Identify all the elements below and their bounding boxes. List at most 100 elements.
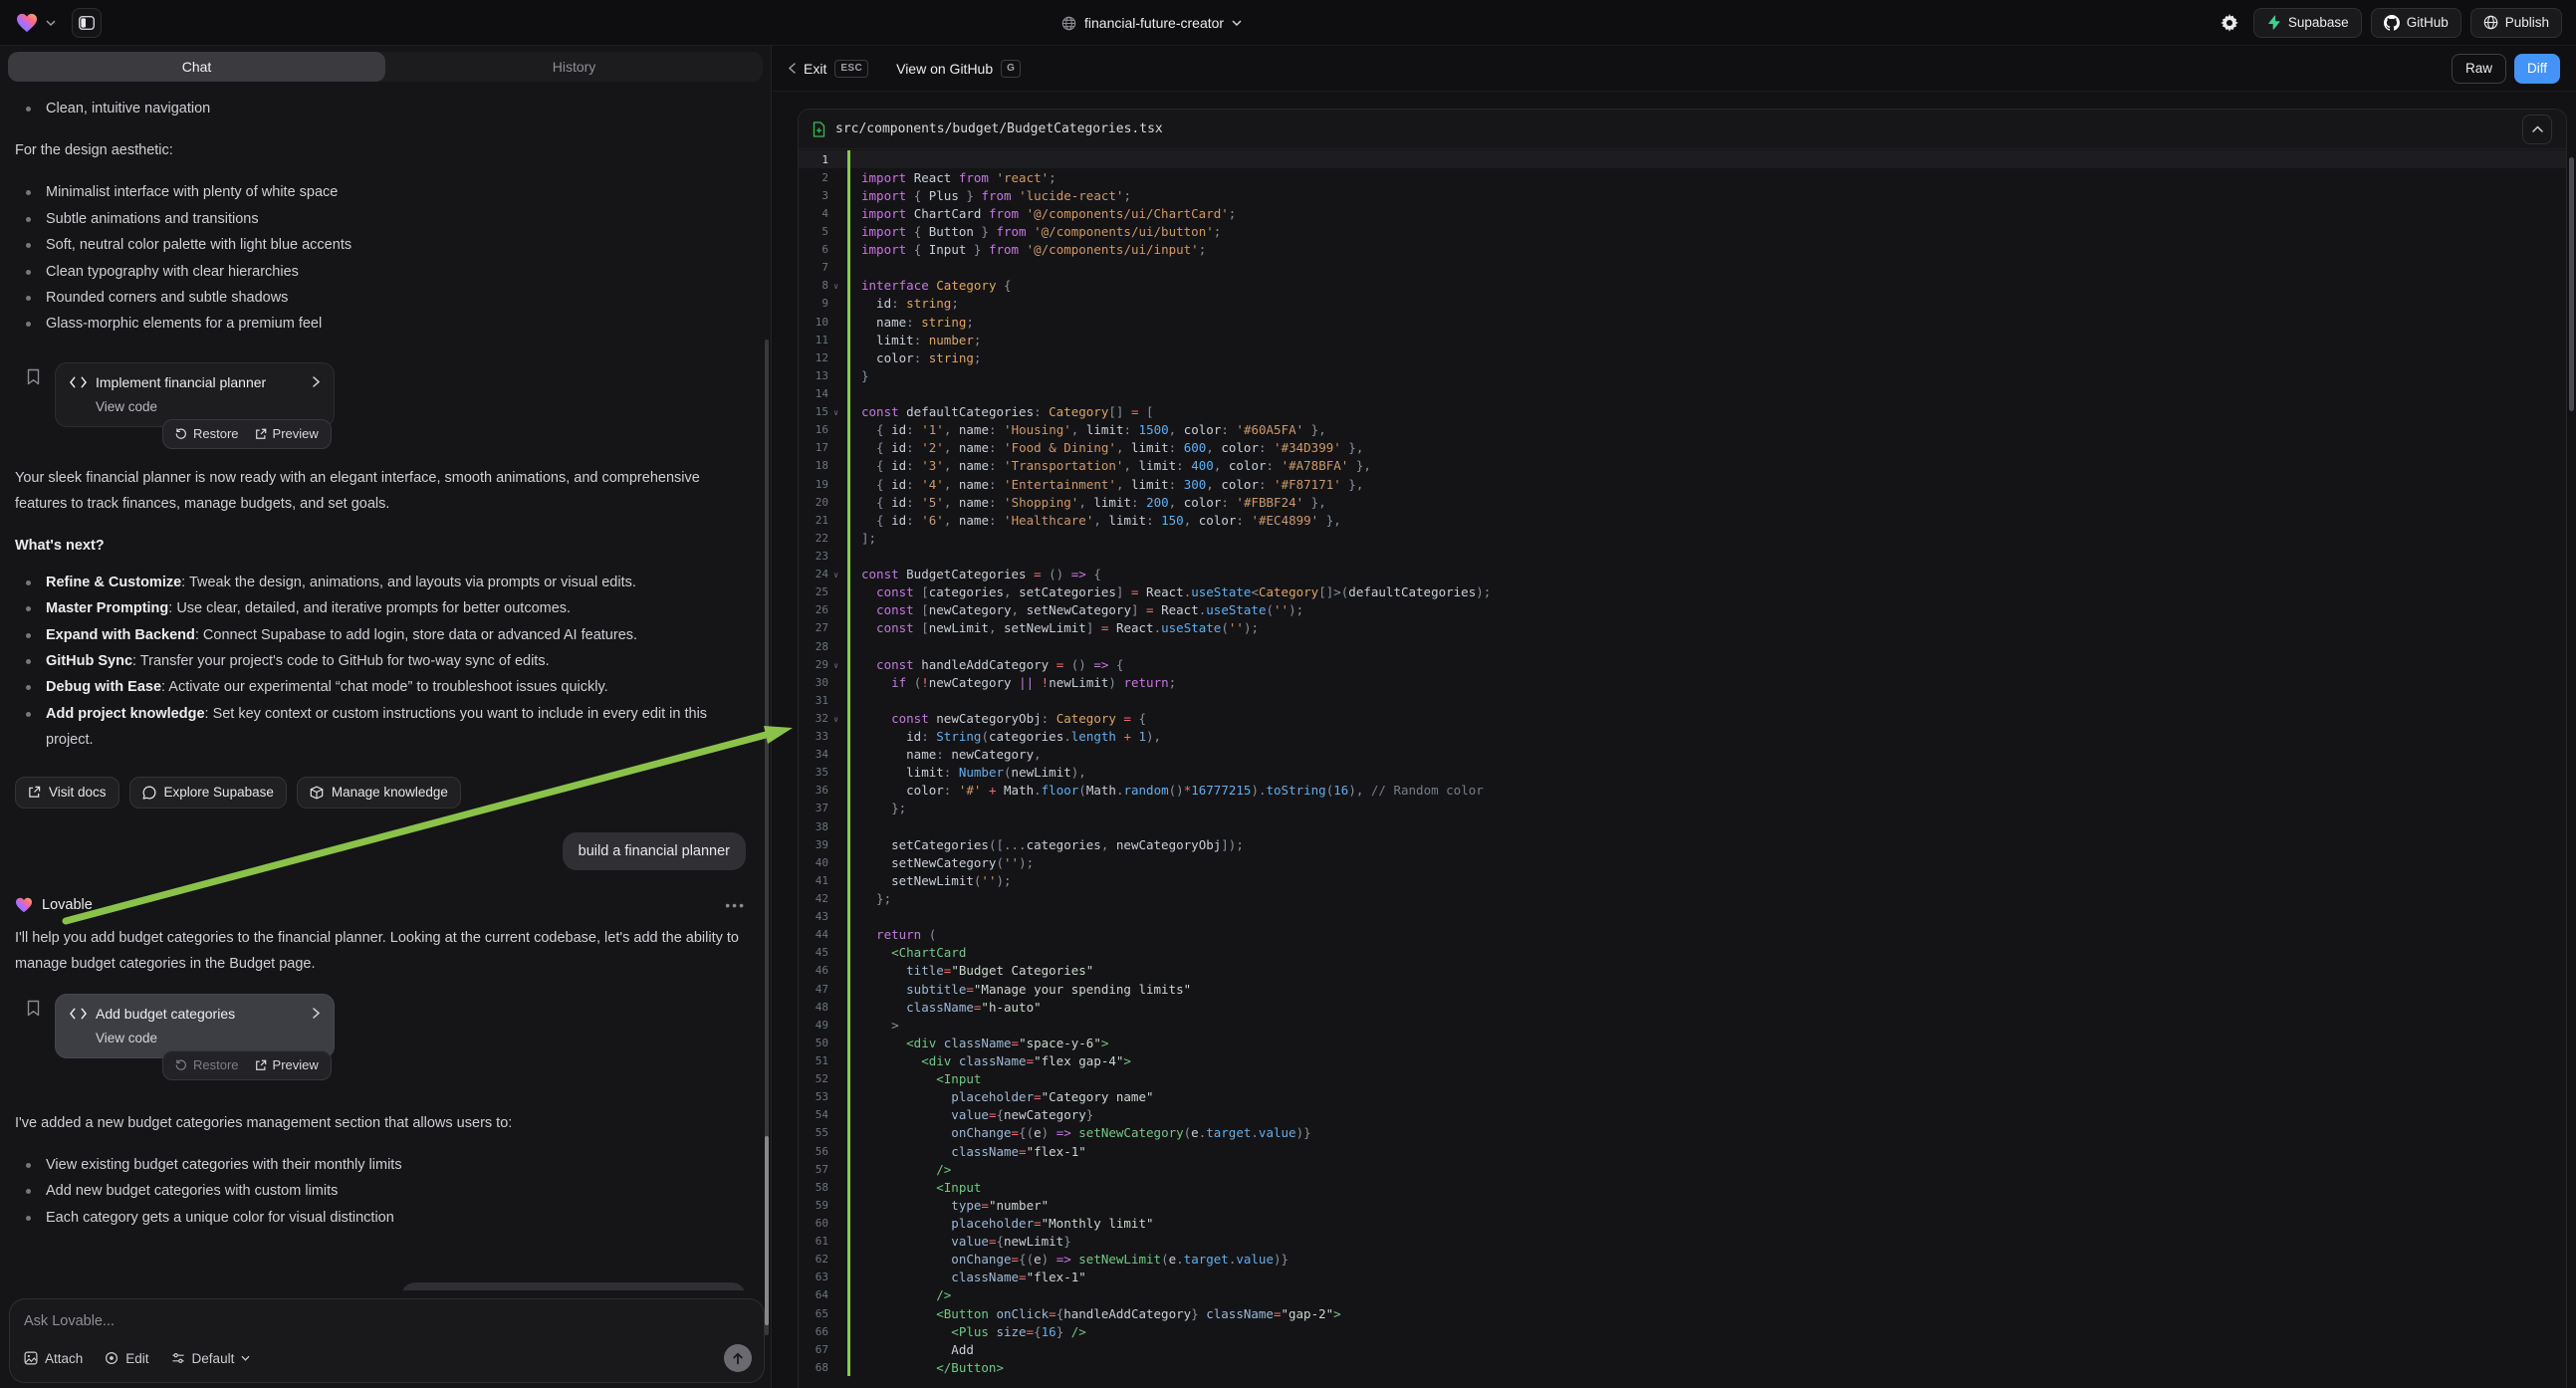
code-line: 65 <Button onClick={handleAddCategory} c… [799, 1304, 2566, 1322]
external-link-icon [255, 428, 267, 440]
bookmark-icon[interactable] [27, 1000, 40, 1017]
edit-button[interactable]: Edit [105, 1351, 148, 1366]
preview-button[interactable]: Preview [255, 426, 319, 441]
raw-toggle-button[interactable]: Raw [2452, 54, 2506, 84]
restore-icon [175, 1059, 187, 1071]
package-icon [310, 786, 324, 800]
supabase-bolt-icon [2266, 15, 2281, 30]
code-line: 6import { Input } from '@/components/ui/… [799, 241, 2566, 259]
code-line: 43 [799, 908, 2566, 926]
code-line: 54 value={newCategory} [799, 1106, 2566, 1124]
user-message-row: would be cool if you could add budget ca… [15, 1282, 746, 1290]
g-key-badge: G [1001, 60, 1021, 78]
code-line: 46 title="Budget Categories" [799, 962, 2566, 980]
code-line: 18 { id: '3', name: 'Transportation', li… [799, 457, 2566, 475]
settings-gear-button[interactable] [2215, 14, 2244, 32]
project-switcher[interactable]: financial-future-creator [1061, 0, 1242, 46]
view-on-github-button[interactable]: View on GitHub G [896, 60, 1021, 78]
chat-scrollbar[interactable] [765, 340, 769, 1335]
assistant-name: Lovable [42, 897, 93, 913]
prompt-input[interactable]: Ask Lovable... [24, 1313, 750, 1329]
preview-button[interactable]: Preview [255, 1057, 319, 1072]
user-message-row: build a financial planner [15, 832, 746, 870]
code-line: 2import React from 'react'; [799, 168, 2566, 186]
code-change-card[interactable]: Implement financial planner View code [55, 362, 335, 427]
code-line: 14 [799, 384, 2566, 402]
code-change-card[interactable]: Add budget categories View code [55, 994, 335, 1058]
next-steps-list: Refine & Customize: Tweak the design, an… [15, 570, 746, 754]
more-options-icon[interactable]: ••• [725, 897, 746, 913]
globe-icon [1061, 16, 1076, 31]
code-line: 39 setCategories([...categories, newCate… [799, 835, 2566, 853]
mode-select[interactable]: Default [171, 1351, 251, 1366]
assistant-paragraph: I've added a new budget categories manag… [15, 1110, 746, 1136]
chat-scroll-area[interactable]: Clean, intuitive navigation For the desi… [0, 86, 771, 1290]
list-item: Clean, intuitive navigation [15, 96, 746, 121]
toggle-sidebar-button[interactable] [72, 8, 102, 38]
chat-panel: Chat History Clean, intuitive navigation… [0, 46, 772, 1388]
publish-button[interactable]: Publish [2470, 8, 2562, 38]
code-line: 8∨interface Category { [799, 277, 2566, 295]
code-line: 5import { Button } from '@/components/ui… [799, 222, 2566, 240]
code-line: 63 className="flex-1" [799, 1269, 2566, 1286]
code-line: 57 /> [799, 1160, 2566, 1178]
sliders-icon [171, 1351, 185, 1365]
manage-knowledge-button[interactable]: Manage knowledge [297, 777, 461, 809]
code-line: 60 placeholder="Monthly limit" [799, 1214, 2566, 1232]
prompt-composer[interactable]: Ask Lovable... Attach Edit Default [9, 1298, 765, 1383]
code-line: 30 if (!newCategory || !newLimit) return… [799, 673, 2566, 691]
list-item: Add project knowledge: Set key context o… [15, 701, 746, 754]
code-lines[interactable]: 12import React from 'react';3import { Pl… [799, 150, 2566, 1388]
code-line: 11 limit: number; [799, 331, 2566, 348]
chevron-down-icon[interactable] [46, 20, 56, 26]
list-item: Glass-morphic elements for a premium fee… [15, 311, 746, 337]
chevron-right-icon [313, 376, 320, 387]
assistant-header: Lovable ••• [15, 897, 746, 913]
target-icon [105, 1351, 118, 1365]
card-title: Add budget categories [96, 1006, 235, 1022]
code-line: 51 <div className="flex gap-4"> [799, 1051, 2566, 1069]
code-line: 53 placeholder="Category name" [799, 1088, 2566, 1106]
view-code-link[interactable]: View code [96, 1031, 320, 1045]
attach-button[interactable]: Attach [24, 1351, 83, 1366]
code-line: 47 subtitle="Manage your spending limits… [799, 980, 2566, 998]
code-line: 10 name: string; [799, 313, 2566, 331]
list-item: Clean typography with clear hierarchies [15, 259, 746, 285]
supabase-button[interactable]: Supabase [2253, 8, 2362, 38]
code-line: 27 const [newLimit, setNewLimit] = React… [799, 619, 2566, 637]
visit-docs-button[interactable]: Visit docs [15, 777, 119, 809]
code-line: 62 onChange={(e) => setNewLimit(e.target… [799, 1251, 2566, 1269]
code-line: 37 }; [799, 800, 2566, 817]
code-icon [70, 376, 87, 388]
file-path: src/components/budget/BudgetCategories.t… [835, 121, 1163, 136]
explore-supabase-button[interactable]: Explore Supabase [129, 777, 287, 809]
restore-button-disabled[interactable]: Restore [175, 1057, 239, 1072]
view-code-link[interactable]: View code [96, 399, 320, 414]
restore-button[interactable]: Restore [175, 426, 239, 441]
tab-history[interactable]: History [385, 52, 763, 82]
exit-button[interactable]: Exit ESC [789, 60, 868, 78]
list-item: Master Prompting: Use clear, detailed, a… [15, 595, 746, 621]
github-button[interactable]: GitHub [2371, 8, 2461, 38]
diff-toggle-button[interactable]: Diff [2514, 54, 2560, 84]
lovable-logo[interactable] [16, 13, 38, 33]
restore-icon [175, 428, 187, 440]
assistant-paragraph: I'll help you add budget categories to t… [15, 925, 746, 977]
code-line: 68 </Button> [799, 1358, 2566, 1376]
code-line: 58 <Input [799, 1178, 2566, 1196]
code-line: 13} [799, 366, 2566, 384]
code-line: 31 [799, 691, 2566, 709]
list-item: Minimalist interface with plenty of whit… [15, 179, 746, 205]
tab-chat[interactable]: Chat [8, 52, 385, 82]
file-header[interactable]: src/components/budget/BudgetCategories.t… [799, 110, 2566, 149]
collapse-file-button[interactable] [2522, 115, 2552, 144]
list-item: Refine & Customize: Tweak the design, an… [15, 570, 746, 595]
file-card: src/components/budget/BudgetCategories.t… [798, 109, 2567, 1388]
bullet-list: Clean, intuitive navigation [15, 96, 746, 121]
list-item: GitHub Sync: Transfer your project's cod… [15, 648, 746, 674]
code-icon [70, 1008, 87, 1020]
code-scrollbar[interactable] [2569, 157, 2574, 411]
bookmark-icon[interactable] [27, 368, 40, 385]
code-line: 50 <div className="space-y-6"> [799, 1034, 2566, 1051]
send-button[interactable] [724, 1344, 752, 1372]
